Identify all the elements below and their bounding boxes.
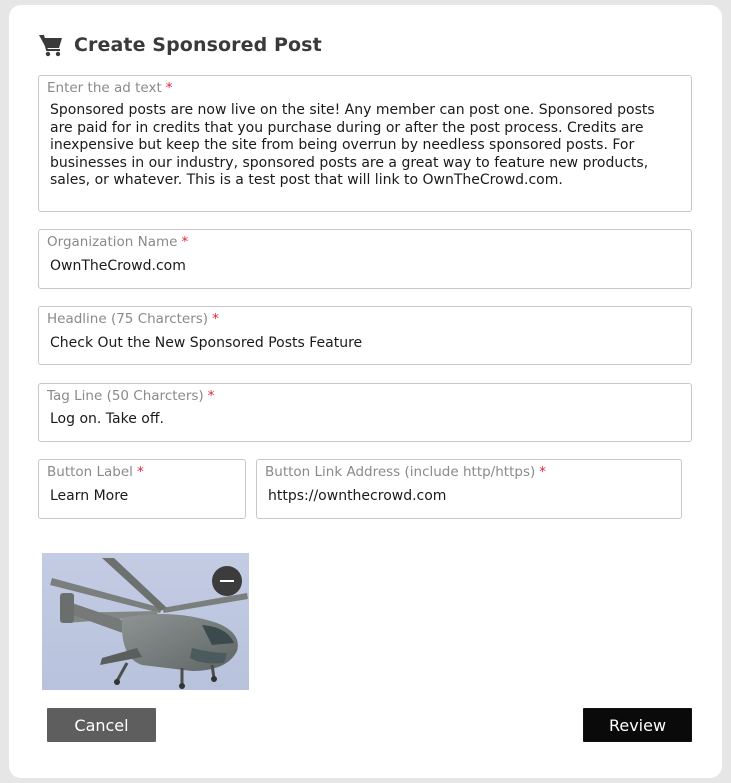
ad-text-label: Enter the ad text <box>47 80 162 96</box>
ad-text-field[interactable]: Enter the ad text * Sponsored posts are n… <box>38 75 692 212</box>
button-label-label: Button Label <box>47 464 133 480</box>
button-link-label: Button Link Address (include http/https) <box>265 464 536 480</box>
remove-image-button[interactable] <box>212 566 242 596</box>
tagline-field[interactable]: Tag Line (50 Charcters) * Log on. Take of… <box>38 383 692 442</box>
organization-label: Organization Name <box>47 234 178 250</box>
required-marker: * <box>165 80 173 96</box>
cart-icon <box>38 32 64 58</box>
review-button[interactable]: Review <box>583 708 692 742</box>
button-link-field[interactable]: Button Link Address (include http/https)… <box>256 459 682 519</box>
tagline-value[interactable]: Log on. Take off. <box>50 411 164 427</box>
required-marker: * <box>212 311 219 327</box>
button-label-value[interactable]: Learn More <box>50 488 128 504</box>
organization-value[interactable]: OwnTheCrowd.com <box>50 258 186 274</box>
headline-field[interactable]: Headline (75 Charcters) * Check Out the N… <box>38 306 692 365</box>
button-label-field[interactable]: Button Label * Learn More <box>38 459 246 519</box>
button-link-value[interactable]: https://ownthecrowd.com <box>268 488 446 504</box>
cancel-button[interactable]: Cancel <box>47 708 156 742</box>
ad-text-value[interactable]: Sponsored posts are now live on the site… <box>50 102 679 190</box>
tagline-label: Tag Line (50 Charcters) <box>47 388 204 404</box>
page-title: Create Sponsored Post <box>74 34 322 56</box>
required-marker: * <box>207 388 215 404</box>
page-header: Create Sponsored Post <box>38 32 322 58</box>
required-marker: * <box>181 234 189 250</box>
required-marker: * <box>136 464 144 480</box>
headline-value[interactable]: Check Out the New Sponsored Posts Featur… <box>50 335 362 351</box>
required-marker: * <box>539 464 546 480</box>
minus-circle-icon <box>220 580 234 582</box>
organization-field[interactable]: Organization Name * OwnTheCrowd.com <box>38 229 692 289</box>
headline-label: Headline (75 Charcters) <box>47 311 209 327</box>
